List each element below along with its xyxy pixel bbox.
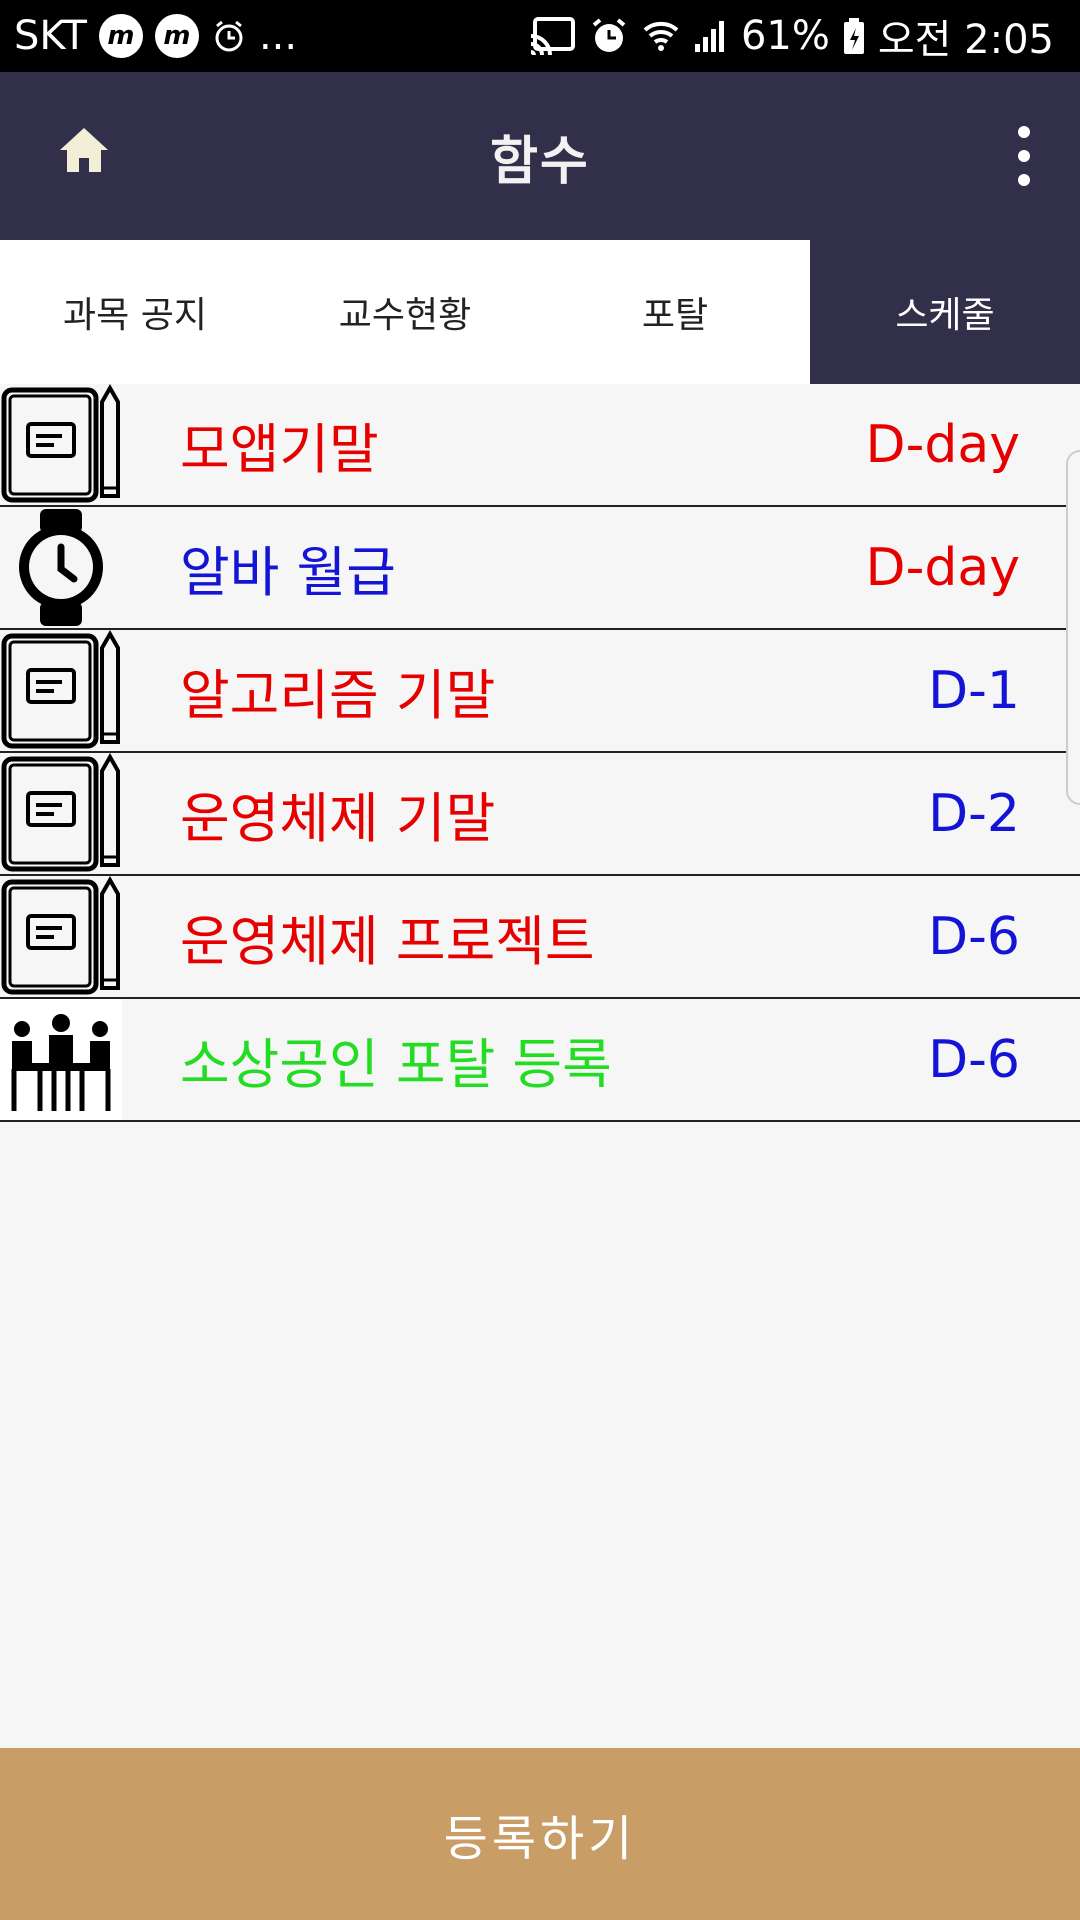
schedule-title: 운영체제 프로젝트 — [180, 910, 595, 973]
schedule-list: 모앱기말 D-day 알바 월급 D-day 알고리즘 기말 D-1 운영체제 … — [0, 384, 1080, 1122]
schedule-title: 소상공인 포탈 등록 — [180, 1033, 612, 1096]
messenger-m-icon: m — [98, 14, 143, 58]
schedule-title: 운영체제 기말 — [180, 787, 496, 850]
app-bar: 함수 — [0, 72, 1080, 240]
notebook-icon — [0, 630, 122, 751]
list-item[interactable]: 소상공인 포탈 등록 D-6 — [0, 999, 1080, 1122]
overflow-menu-button[interactable] — [1012, 126, 1036, 186]
notebook-icon — [0, 753, 122, 874]
dday-badge: D-day — [865, 537, 1020, 598]
register-button[interactable]: 등록하기 — [0, 1748, 1080, 1920]
status-bar: SKT m m ... 61% 오전 2:05 — [0, 0, 1080, 72]
carrier-label: SKT — [14, 13, 87, 59]
dday-badge: D-6 — [928, 1029, 1020, 1090]
dday-badge: D-day — [865, 414, 1020, 475]
list-item[interactable]: 운영체제 기말 D-2 — [0, 753, 1080, 876]
battery-percent: 61% — [740, 13, 830, 59]
menu-dot — [1018, 126, 1030, 138]
list-item[interactable]: 알고리즘 기말 D-1 — [0, 630, 1080, 753]
notebook-icon — [0, 384, 122, 505]
alarm-icon — [211, 18, 247, 54]
dday-badge: D-2 — [928, 783, 1020, 844]
tab-portal[interactable]: 포탈 — [540, 240, 810, 384]
schedule-title: 알바 월급 — [180, 541, 396, 604]
clock: 오전 2:05 — [877, 17, 1054, 63]
tab-bar: 과목 공지 교수현황 포탈 스케줄 — [0, 240, 1080, 384]
list-item[interactable]: 모앱기말 D-day — [0, 384, 1080, 507]
scroll-handle[interactable] — [1066, 450, 1080, 805]
menu-dot — [1018, 150, 1030, 162]
more-notifications: ... — [258, 13, 298, 59]
home-button[interactable] — [58, 124, 110, 176]
status-right: 61% 오전 2:05 — [529, 7, 1054, 65]
watch-icon — [0, 507, 122, 628]
notebook-icon — [0, 876, 122, 997]
signal-icon — [693, 18, 729, 54]
dday-badge: D-1 — [928, 660, 1020, 721]
tab-course-notice[interactable]: 과목 공지 — [0, 240, 270, 384]
battery-icon — [842, 16, 866, 56]
home-icon — [60, 128, 108, 172]
meeting-icon — [0, 999, 122, 1120]
schedule-title: 모앱기말 — [180, 418, 379, 481]
tab-schedule[interactable]: 스케줄 — [810, 240, 1080, 384]
status-left: SKT m m ... — [14, 13, 297, 59]
tab-professor-status[interactable]: 교수현황 — [270, 240, 540, 384]
dday-badge: D-6 — [928, 906, 1020, 967]
page-title: 함수 — [490, 131, 590, 192]
wifi-icon — [641, 16, 681, 56]
messenger-m-icon: m — [154, 14, 199, 58]
list-item[interactable]: 알바 월급 D-day — [0, 507, 1080, 630]
alarm-clock-icon — [589, 16, 629, 56]
cast-icon — [529, 16, 577, 56]
menu-dot — [1018, 174, 1030, 186]
schedule-title: 알고리즘 기말 — [180, 664, 496, 727]
list-item[interactable]: 운영체제 프로젝트 D-6 — [0, 876, 1080, 999]
